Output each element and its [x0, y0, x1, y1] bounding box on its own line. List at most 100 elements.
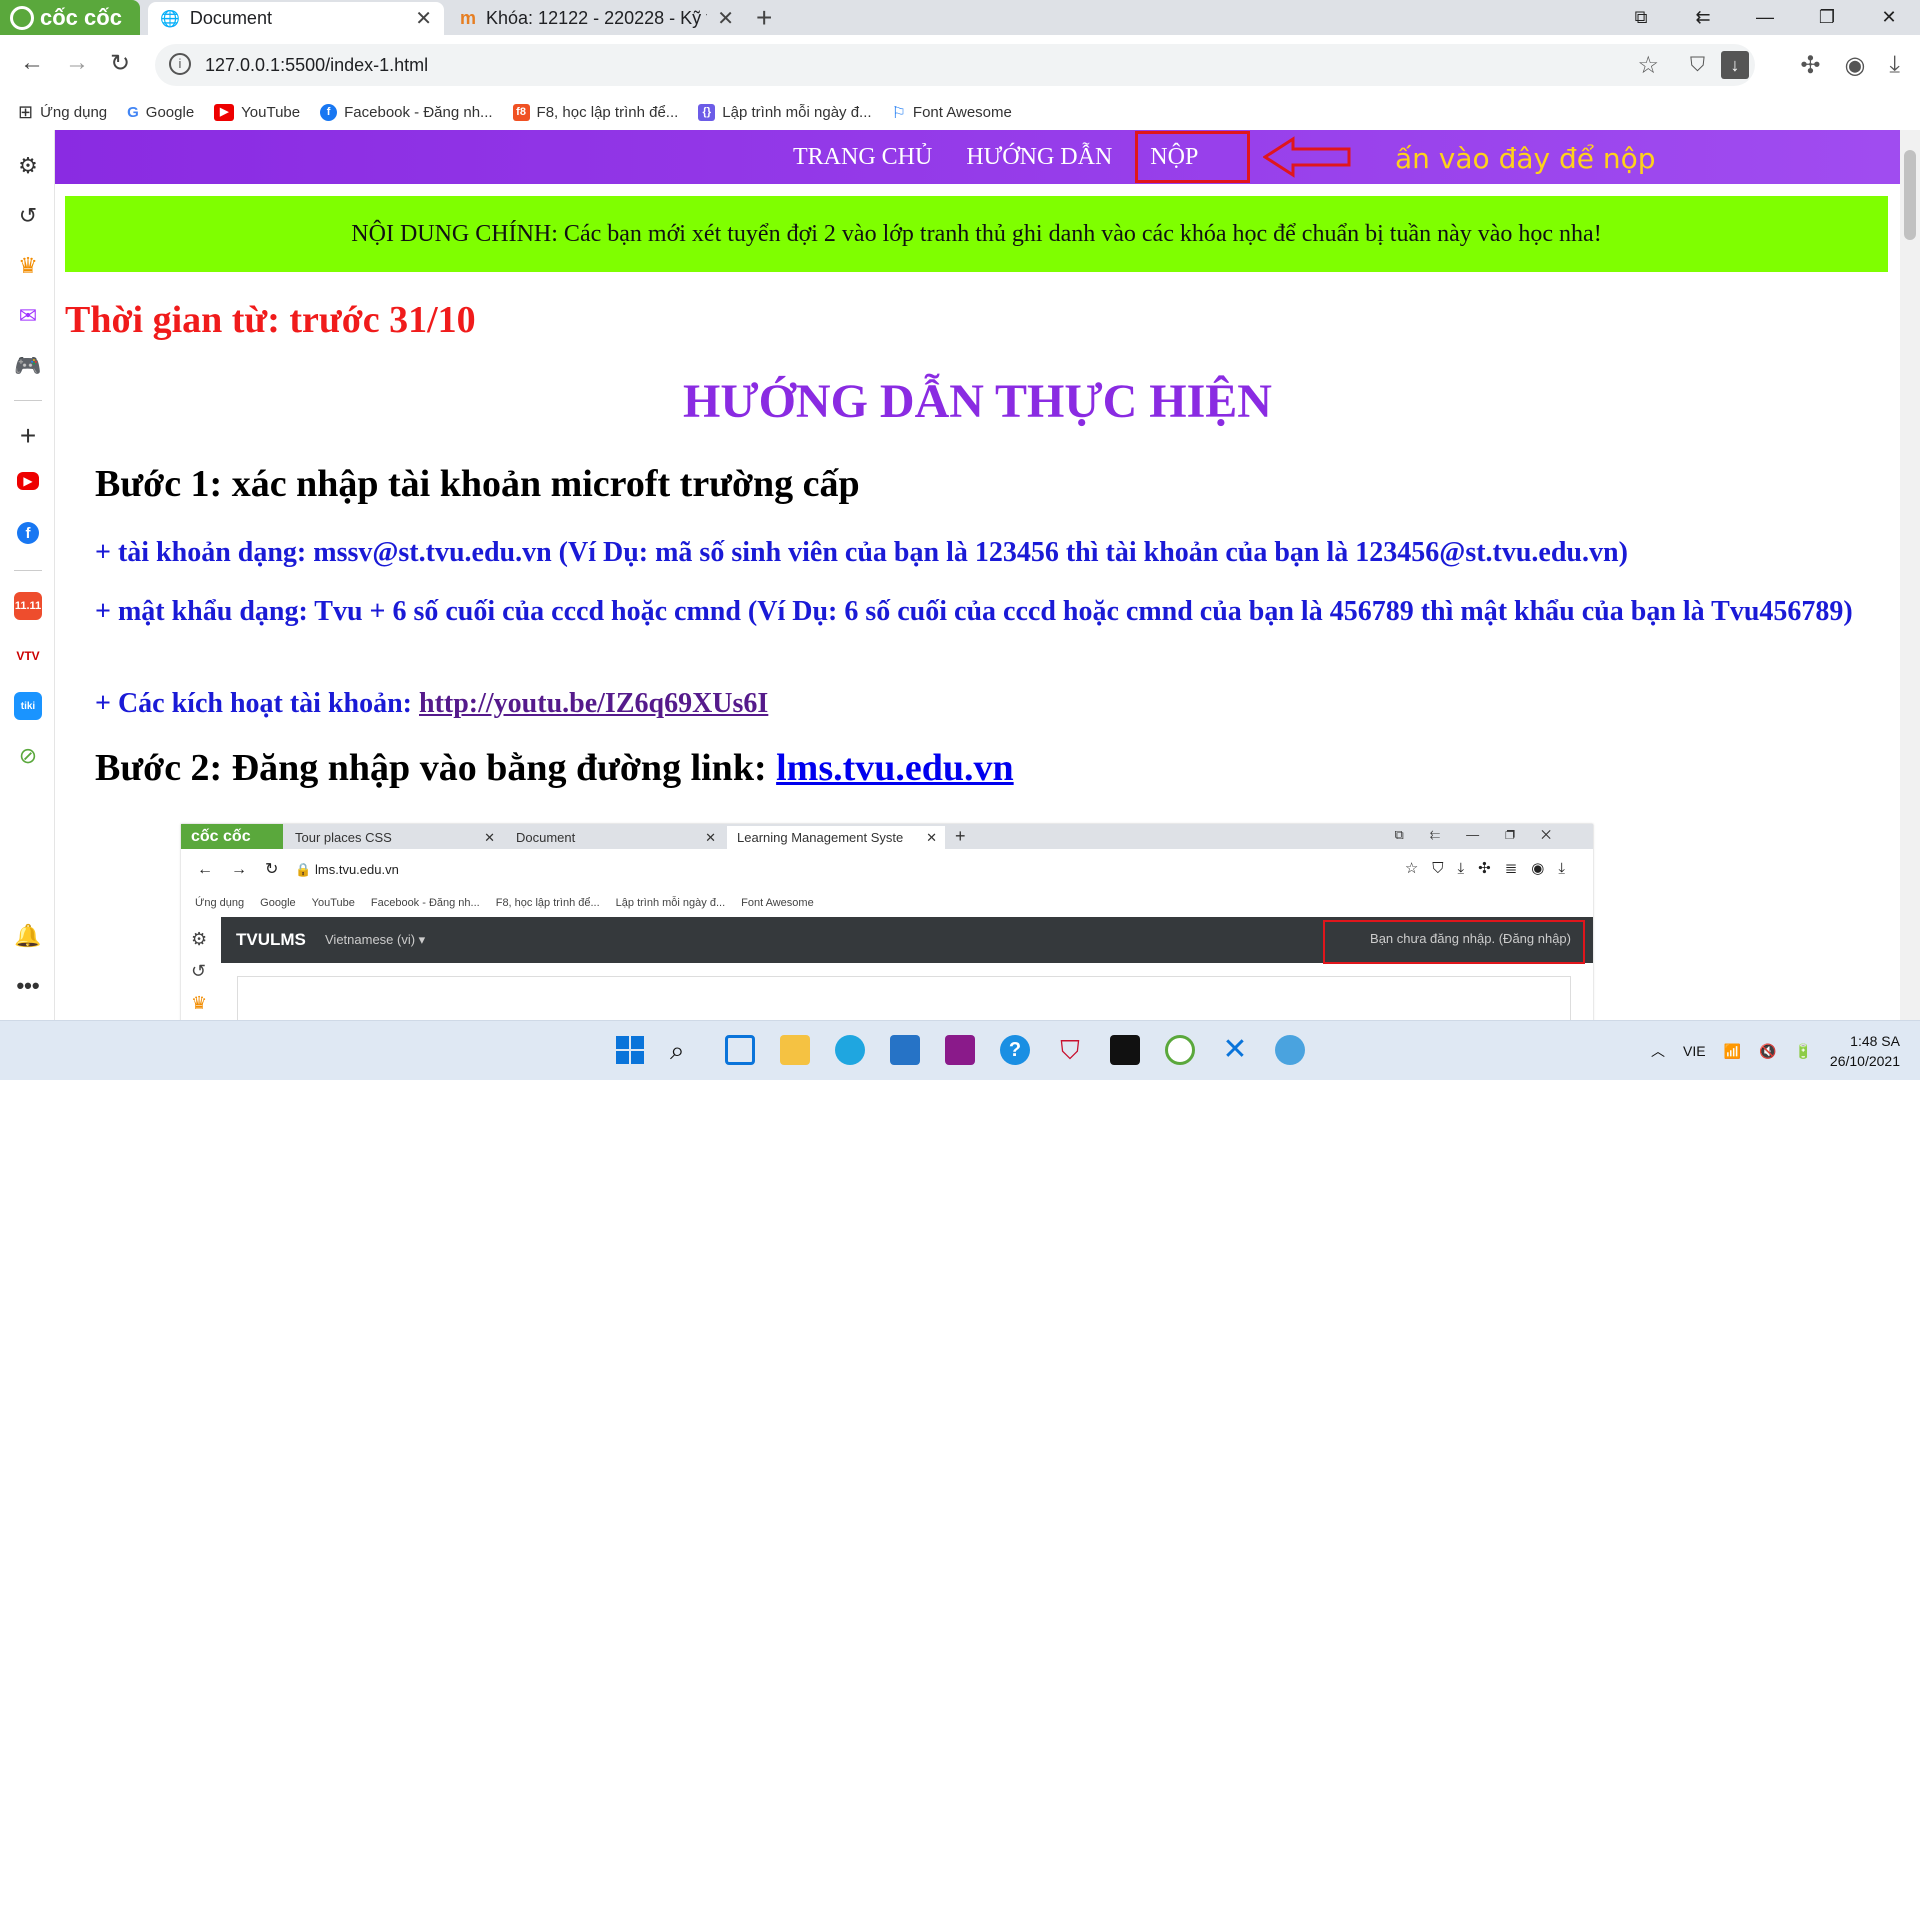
- site-info-icon[interactable]: i: [169, 53, 191, 75]
- embedded-bookmark: Google: [260, 897, 296, 909]
- page-scrollbar[interactable]: [1900, 130, 1920, 1020]
- bookmark-facebook[interactable]: f Facebook - Đăng nh...: [320, 104, 493, 121]
- volume-muted-icon[interactable]: 🔇: [1759, 1043, 1776, 1060]
- minimize-button[interactable]: —: [1734, 0, 1796, 35]
- f8-icon: f8: [512, 104, 530, 121]
- bookmark-f8[interactable]: f8 F8, học lập trình để...: [512, 104, 679, 121]
- bookmark-apps[interactable]: ⊞ Ứng dụng: [18, 102, 107, 123]
- submit-hint-text: ấn vào đây để nộp: [1395, 142, 1656, 175]
- help-icon[interactable]: ?: [1000, 1035, 1030, 1065]
- reload-icon[interactable]: ↻: [110, 49, 130, 78]
- input-language[interactable]: VIE: [1683, 1043, 1706, 1059]
- extensions-icon[interactable]: ✣: [1800, 51, 1820, 80]
- nav-guide-link[interactable]: HƯỚNG DẪN: [966, 144, 1112, 171]
- history-icon[interactable]: ↺: [14, 202, 42, 230]
- scrollbar-thumb[interactable]: [1904, 150, 1916, 240]
- screenshot: cốc cốc 🌐 Document ✕ m Khóa: 12122 - 220…: [0, 0, 1920, 1080]
- bookmark-label: Facebook - Đăng nh...: [344, 104, 493, 121]
- add-icon[interactable]: +: [14, 420, 42, 451]
- chevron-up-icon[interactable]: ︿: [1651, 1041, 1665, 1061]
- embedded-bookmark: Font Awesome: [741, 897, 814, 909]
- sidebar-divider: [14, 400, 42, 401]
- youtube-icon[interactable]: ▶: [17, 472, 39, 490]
- download-video-icon[interactable]: ↓: [1721, 51, 1749, 79]
- tiki-icon[interactable]: tiki: [14, 692, 42, 720]
- bookmark-label: Google: [145, 104, 195, 121]
- messenger-icon[interactable]: ✉: [14, 302, 42, 330]
- url-input[interactable]: i 127.0.0.1:5500/index-1.html ☆ ⛉ ↓: [155, 44, 1755, 86]
- browser-tab-bar: cốc cốc 🌐 Document ✕ m Khóa: 12122 - 220…: [0, 0, 1920, 35]
- embedded-bookmark: Facebook - Đăng nh...: [370, 897, 480, 909]
- game-controller-icon[interactable]: 🎮: [14, 352, 42, 380]
- embedded-sidebar: ⚙ ↺ ♛: [181, 917, 221, 1020]
- wifi-icon[interactable]: 📶: [1724, 1043, 1741, 1060]
- embedded-tab-bar: cốc cốc Tour places CSS ✕ Document ✕ Learn…: [181, 824, 1593, 849]
- app-icon[interactable]: [945, 1035, 975, 1065]
- bookmark-label: F8, học lập trình để...: [536, 104, 679, 121]
- bookmark-label: Lập trình mỗi ngày đ...: [722, 104, 872, 121]
- bookmark-laptrinh[interactable]: {} Lập trình mỗi ngày đ...: [698, 104, 872, 121]
- tab-lms[interactable]: m Khóa: 12122 - 220228 - Kỹ th ✕: [448, 2, 746, 35]
- coccoc-logo[interactable]: cốc cốc: [0, 0, 140, 35]
- embedded-coccoc-logo: cốc cốc: [181, 824, 283, 849]
- coccoc-map-icon[interactable]: ⊘: [14, 742, 42, 770]
- embedded-tab-title: Document: [516, 830, 576, 845]
- forward-icon[interactable]: →: [65, 49, 89, 77]
- mcafee-icon[interactable]: ⛉: [1055, 1035, 1085, 1065]
- embedded-bookmark: F8, học lập trình để...: [495, 897, 600, 909]
- facebook-icon[interactable]: f: [17, 522, 39, 544]
- clock[interactable]: 1:48 SA 26/10/2021: [1830, 1031, 1900, 1071]
- shopee-icon[interactable]: 11.11: [14, 592, 42, 620]
- close-icon: ✕: [926, 830, 937, 845]
- crown-icon[interactable]: ♛: [14, 252, 42, 280]
- activate-video-link[interactable]: http://youtu.be/IZ6q69XUs6I: [419, 688, 768, 719]
- bookmark-star-icon[interactable]: ☆: [1637, 51, 1659, 80]
- nav-home-link[interactable]: TRANG CHỦ: [793, 144, 932, 171]
- step-2-label: Bước 2: Đăng nhập vào bằng đường link:: [95, 747, 777, 789]
- coccoc-icon[interactable]: [1165, 1035, 1195, 1065]
- search-tabs-icon[interactable]: ⧉: [1610, 0, 1672, 35]
- back-icon[interactable]: ←: [20, 49, 44, 77]
- tab-document[interactable]: 🌐 Document ✕: [148, 2, 444, 35]
- search-icon[interactable]: ⌕: [670, 1035, 700, 1065]
- close-tab-icon[interactable]: ✕: [415, 6, 432, 31]
- new-tab-button[interactable]: +: [756, 2, 772, 34]
- close-icon: ✕: [484, 830, 495, 845]
- paint-icon[interactable]: [1275, 1035, 1305, 1065]
- maximize-button[interactable]: ❐: [1796, 0, 1858, 35]
- vscode-icon[interactable]: ✕: [1220, 1035, 1250, 1065]
- bookmark-youtube[interactable]: ▶ YouTube: [214, 104, 300, 121]
- shield-icon[interactable]: ⛉: [1690, 54, 1705, 77]
- start-windows-icon[interactable]: [615, 1035, 645, 1065]
- widgets-icon[interactable]: [725, 1035, 755, 1065]
- step-2-title: Bước 2: Đăng nhập vào bằng đường link: l…: [95, 746, 1014, 790]
- bookmark-label: YouTube: [241, 104, 301, 121]
- vtv-icon[interactable]: VTV: [14, 642, 42, 670]
- file-explorer-icon[interactable]: [780, 1035, 810, 1065]
- bookmark-google[interactable]: G Google: [127, 104, 194, 121]
- embedded-tab: Tour places CSS ✕: [285, 826, 503, 849]
- notification-bell-icon[interactable]: 🔔: [14, 922, 42, 950]
- garena-icon[interactable]: [1110, 1035, 1140, 1065]
- page-heading: HƯỚNG DẪN THỰC HIỆN: [683, 375, 1272, 428]
- top-navigation: TRANG CHỦ HƯỚNG DẪN NỘP ấn vào đây để nộ…: [55, 130, 1900, 184]
- close-tab-icon[interactable]: ✕: [717, 6, 734, 31]
- close-window-button[interactable]: ✕: [1858, 0, 1920, 35]
- left-arrow-icon: [1263, 136, 1351, 178]
- settings-gear-icon[interactable]: ⚙: [14, 152, 42, 180]
- bookmark-fontawesome[interactable]: ⚐ Font Awesome: [892, 103, 1012, 123]
- edge-icon[interactable]: [835, 1035, 865, 1065]
- profile-icon[interactable]: ◉: [1844, 51, 1865, 80]
- embedded-toolbar-icons: ☆⛉⤓✣≣◉⤓: [1404, 860, 1579, 877]
- lms-link[interactable]: lms.tvu.edu.vn: [776, 747, 1014, 789]
- step-1-title: Bước 1: xác nhập tài khoản microft trườn…: [95, 463, 860, 505]
- store-icon[interactable]: [890, 1035, 920, 1065]
- downloads-icon[interactable]: ⤓: [1889, 51, 1900, 80]
- sidebar-toggle-icon[interactable]: ⇇: [1672, 0, 1734, 35]
- battery-icon[interactable]: 🔋: [1794, 1043, 1811, 1060]
- embedded-bookmark: Ứng dụng: [195, 897, 245, 909]
- step-1-password: + mật khẩu dạng: Tvu + 6 số cuối của ccc…: [95, 596, 1853, 627]
- main-content-banner: NỘI DUNG CHÍNH: Các bạn mới xét tuyển đợ…: [65, 196, 1888, 272]
- more-icon[interactable]: •••: [14, 972, 42, 1000]
- embedded-tab-title: Learning Management Syste: [737, 830, 904, 845]
